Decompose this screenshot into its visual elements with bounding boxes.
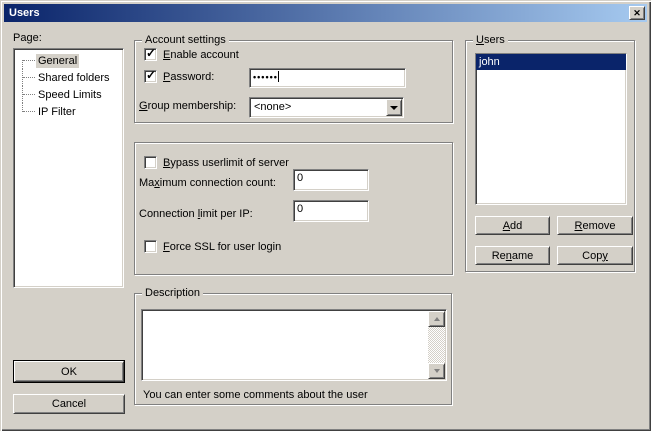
description-group: Description You can enter some comments … (134, 293, 452, 405)
connection-limit-per-ip-input[interactable]: 0 (293, 200, 369, 222)
remove-button-label: Remove (575, 220, 616, 232)
max-connection-count-label: Maximum connection count: (139, 177, 276, 189)
password-label: Password: (163, 71, 214, 83)
tree-item-ip-filter[interactable]: IP Filter (14, 103, 123, 120)
add-button-label: Add (503, 220, 523, 232)
page-label: Page: (13, 32, 42, 44)
ok-button-ring: OK (13, 360, 125, 383)
cancel-button-label: Cancel (52, 398, 86, 410)
connection-limit-per-ip-value: 0 (297, 203, 303, 215)
description-textarea[interactable] (141, 309, 447, 381)
copy-button-label: Copy (582, 250, 608, 262)
force-ssl-checkbox-row[interactable]: Force SSL for user login (144, 240, 281, 253)
ok-button-label: OK (61, 366, 77, 378)
password-checkbox-row[interactable]: ✓ Password: (144, 70, 214, 83)
description-scrollbar[interactable] (428, 311, 445, 379)
tree-connector (14, 103, 36, 120)
bypass-userlimit-label: Bypass userlimit of server (163, 157, 289, 169)
scroll-down-icon[interactable] (428, 363, 445, 379)
connection-limits-group: Bypass userlimit of server Maximum conne… (134, 142, 453, 275)
group-membership-value: <none> (254, 101, 291, 113)
bypass-userlimit-checkbox[interactable] (144, 156, 157, 169)
password-input[interactable]: •••••• (249, 68, 406, 88)
checkmark-icon: ✓ (146, 47, 156, 60)
page-tree[interactable]: General Shared folders Speed Limits IP F… (13, 48, 124, 288)
force-ssl-label: Force SSL for user login (163, 241, 281, 253)
group-membership-select[interactable]: <none> (249, 97, 404, 118)
users-list[interactable]: john (475, 53, 627, 205)
users-caption: Users (473, 34, 508, 47)
account-settings-group: Account settings ✓ Enable account ✓ Pass… (134, 40, 453, 123)
description-caption: Description (142, 287, 203, 300)
checkmark-icon: ✓ (146, 69, 156, 82)
max-connection-count-value: 0 (297, 172, 303, 184)
cancel-button[interactable]: Cancel (13, 394, 125, 414)
close-icon[interactable]: ✕ (629, 6, 645, 20)
tree-item-label[interactable]: Speed Limits (36, 88, 104, 102)
group-membership-label: Group membership: (139, 100, 236, 112)
tree-item-label[interactable]: IP Filter (36, 105, 78, 119)
list-item[interactable]: john (476, 54, 626, 70)
title-bar[interactable]: Users ✕ (4, 4, 647, 22)
tree-item-label[interactable]: General (36, 54, 79, 68)
user-name: john (479, 56, 500, 68)
tree-connector (14, 52, 36, 69)
remove-user-button[interactable]: Remove (557, 216, 633, 235)
add-user-button[interactable]: Add (475, 216, 550, 235)
bypass-userlimit-checkbox-row[interactable]: Bypass userlimit of server (144, 156, 289, 169)
tree-item-speed-limits[interactable]: Speed Limits (14, 86, 123, 103)
users-dialog: Users ✕ Page: General Shared folders Spe… (0, 0, 651, 431)
chevron-down-icon (390, 106, 398, 110)
enable-account-label: Enable account (163, 49, 239, 61)
description-hint: You can enter some comments about the us… (143, 389, 368, 401)
window-title: Users (9, 7, 40, 19)
copy-user-button[interactable]: Copy (557, 246, 633, 265)
force-ssl-checkbox[interactable] (144, 240, 157, 253)
password-checkbox[interactable]: ✓ (144, 70, 157, 83)
users-group: Users john Add Remove Rename Copy (465, 40, 635, 272)
ok-button[interactable]: OK (14, 361, 124, 382)
dropdown-button[interactable] (386, 99, 402, 116)
enable-account-checkbox[interactable]: ✓ (144, 48, 157, 61)
text-caret (278, 71, 279, 82)
rename-user-button[interactable]: Rename (475, 246, 550, 265)
enable-account-checkbox-row[interactable]: ✓ Enable account (144, 48, 239, 61)
tree-connector (14, 86, 36, 103)
tree-item-general[interactable]: General (14, 52, 123, 69)
password-value: •••••• (253, 72, 278, 82)
connection-limit-per-ip-label: Connection limit per IP: (139, 208, 253, 220)
tree-connector (14, 69, 36, 86)
tree-item-shared-folders[interactable]: Shared folders (14, 69, 123, 86)
scrollbar-track[interactable] (428, 327, 445, 363)
scroll-up-icon[interactable] (428, 311, 445, 327)
max-connection-count-input[interactable]: 0 (293, 169, 369, 191)
rename-button-label: Rename (492, 250, 534, 262)
tree-item-label[interactable]: Shared folders (36, 71, 112, 85)
